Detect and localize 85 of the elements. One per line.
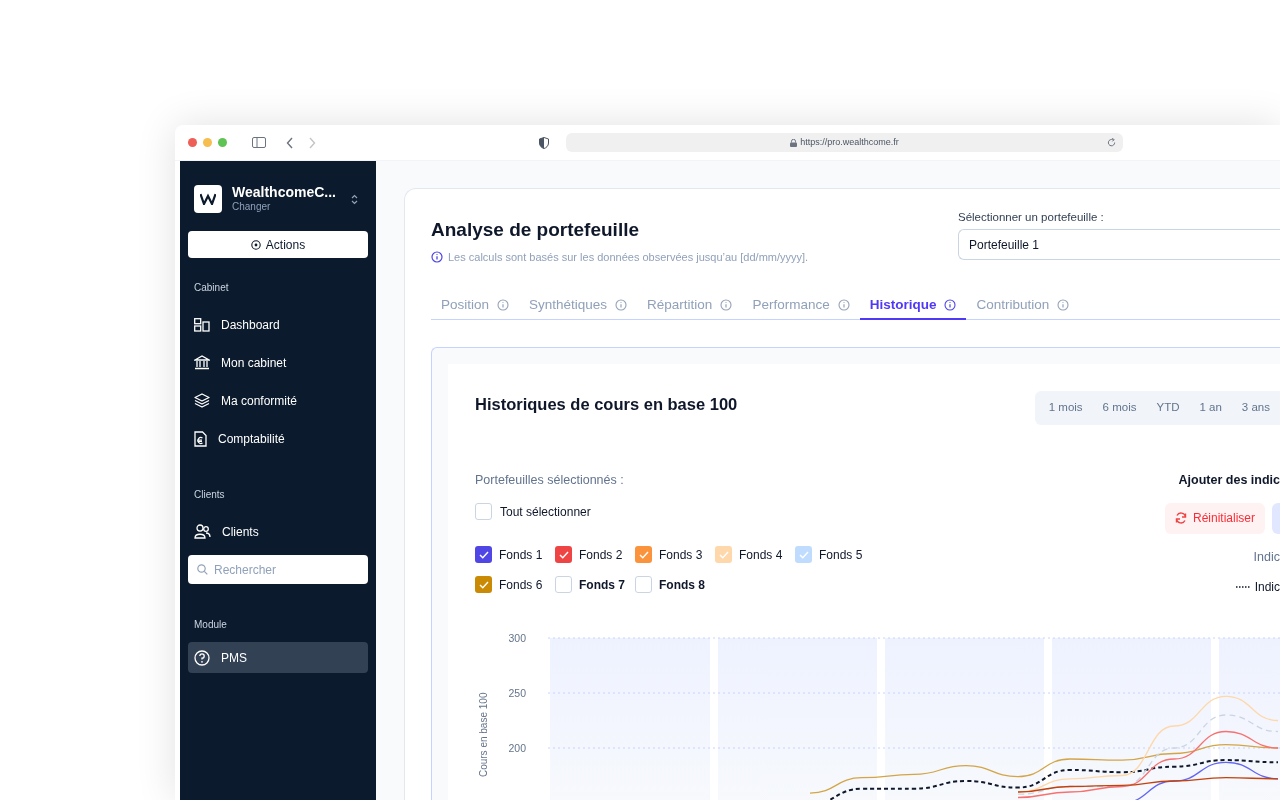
indicator-legend-label: Indic (1254, 578, 1280, 596)
portfolio-select[interactable]: Portefeuille 1 (958, 229, 1280, 260)
checkmark-icon (718, 550, 729, 559)
sidebar-toggle-icon[interactable] (252, 137, 266, 148)
actions-button[interactable]: Actions (188, 231, 368, 258)
chart-title: Historiques de cours en base 100 (475, 393, 738, 415)
refresh-icon (1174, 512, 1187, 524)
search-input[interactable]: Rechercher (214, 560, 354, 579)
checkbox[interactable] (635, 546, 652, 563)
info-icon (615, 299, 628, 311)
checkbox-label: Fonds 8 (659, 576, 705, 594)
portfolio-select-label: Sélectionner un portefeuille : (958, 210, 1105, 225)
sidebar-item[interactable]: Dashboard (188, 309, 368, 340)
indicators-title: Ajouter des indic (1178, 471, 1280, 489)
y-tick-label: 250 (508, 686, 526, 699)
section-heading: Cabinet (193, 281, 230, 295)
tab[interactable]: Historique (859, 292, 967, 320)
checkbox-label: Fonds 6 (499, 576, 543, 594)
section-heading: Clients (193, 488, 226, 502)
layers-icon (194, 393, 210, 408)
period-button[interactable]: 3 ans (1233, 394, 1278, 421)
url-text: https://pro.wealthcome.fr (800, 135, 899, 149)
checkmark-icon (478, 550, 489, 559)
checkmark-icon (558, 550, 569, 559)
forward-icon[interactable] (308, 136, 316, 149)
checkbox-label: Fonds 5 (819, 546, 863, 564)
dotted-line-legend-icon (1235, 585, 1250, 588)
checkbox[interactable] (475, 503, 492, 520)
checkmark-icon (638, 550, 649, 559)
checkbox-label: Fonds 7 (579, 576, 625, 594)
reset-button[interactable]: Réinitialiser (1164, 502, 1265, 534)
sidebar-item[interactable]: Mon cabinet (188, 347, 368, 378)
organization-name: WealthcomeC... (232, 184, 337, 200)
change-link[interactable]: Changer (232, 200, 271, 214)
checkmark-icon (478, 580, 489, 589)
info-icon (944, 299, 957, 311)
checkbox-label: Fonds 4 (739, 546, 783, 564)
checkbox-label: Fonds 3 (659, 546, 703, 564)
y-axis-title: Cours en base 100 (478, 692, 489, 777)
checkbox[interactable] (475, 546, 492, 563)
info-icon (720, 299, 733, 311)
calculation-note: Les calculs sont basés sur les données observées jusqu’au [dd/mm/yyyy]. (448, 250, 809, 265)
y-tick-label: 300 (508, 631, 526, 644)
document-icon (194, 430, 207, 447)
sidebar-item[interactable]: Clients (188, 516, 368, 547)
checkbox-label: Fonds 1 (499, 546, 543, 564)
checkbox-label: Tout sélectionner (500, 503, 591, 521)
search-field[interactable]: Rechercher (188, 555, 368, 584)
address-bar[interactable]: https://pro.wealthcome.fr (566, 133, 1123, 152)
bank-icon (194, 355, 210, 370)
checkmark-icon (798, 550, 809, 559)
reload-icon[interactable] (1107, 138, 1116, 147)
users-icon (194, 524, 211, 539)
shield-icon[interactable] (539, 136, 549, 149)
y-tick-label: 200 (508, 741, 526, 754)
back-icon[interactable] (286, 136, 294, 149)
sidebar-item[interactable]: PMS (188, 642, 368, 673)
period-button[interactable]: YTD (1148, 394, 1188, 421)
checkbox[interactable] (475, 576, 492, 593)
period-button[interactable]: 6 mois (1094, 394, 1145, 421)
info-icon (497, 299, 510, 311)
checkbox[interactable] (795, 546, 812, 563)
dashboard-icon (194, 317, 210, 332)
info-icon (837, 299, 850, 311)
checkbox-label: Fonds 2 (579, 546, 623, 564)
logo-icon (194, 185, 222, 213)
partial-button[interactable] (1272, 502, 1280, 534)
checkbox[interactable] (715, 546, 732, 563)
help-icon (194, 649, 210, 666)
period-button[interactable]: 1 mois (1040, 394, 1091, 421)
selected-portfolios-label: Portefeuilles sélectionnés : (475, 471, 625, 489)
info-icon (1057, 299, 1070, 311)
search-icon (197, 564, 208, 575)
switcher-chevrons-icon[interactable] (351, 193, 358, 205)
indicators-label: Indic (1253, 548, 1280, 566)
sidebar-item[interactable]: Comptabilité (188, 423, 368, 454)
checkbox[interactable] (555, 546, 572, 563)
page-title: Analyse de portefeuille (431, 218, 640, 242)
sidebar-item[interactable]: Ma conformité (188, 385, 368, 416)
checkbox[interactable] (635, 576, 652, 593)
period-button[interactable]: 1 an (1191, 394, 1230, 421)
section-heading: Module (193, 618, 228, 632)
checkbox[interactable] (555, 576, 572, 593)
info-icon (431, 251, 443, 264)
lock-icon (790, 138, 798, 147)
